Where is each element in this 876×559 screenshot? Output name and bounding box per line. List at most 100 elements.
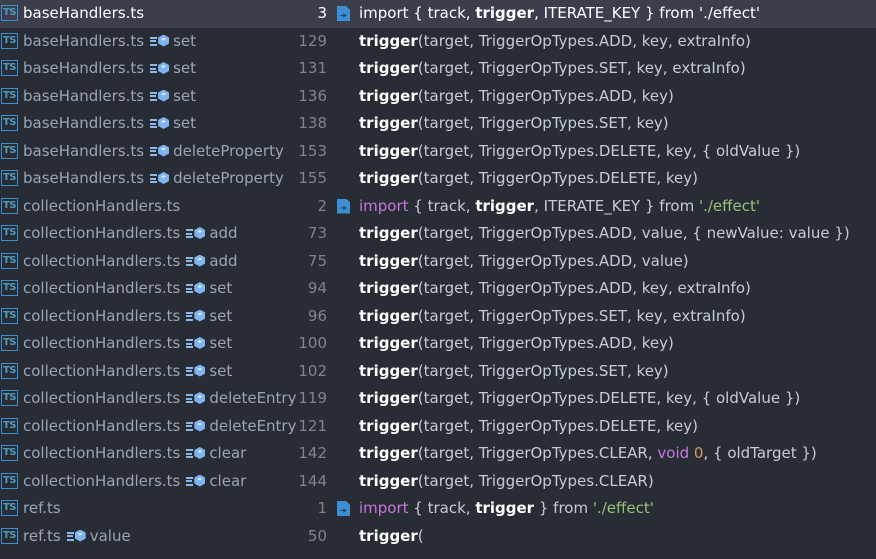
match-highlight: trigger — [359, 444, 418, 462]
result-row[interactable]: TS collectionHandlers.ts deleteEntry 119 tri… — [0, 385, 876, 413]
code-token: (target, TriggerOpTypes.CLEAR, — [417, 444, 658, 462]
code-token: (target, TriggerOpTypes.SET, key, extraI… — [417, 306, 746, 325]
result-row[interactable]: TS collectionHandlers.ts 2 import { track, … — [0, 193, 876, 221]
symbol-name: set — [209, 279, 233, 297]
code-preview: trigger(target, TriggerOpTypes.ADD, valu… — [359, 248, 689, 276]
code-token: (target, TriggerOpTypes.ADD, key) — [417, 334, 674, 352]
match-highlight: trigger — [359, 526, 418, 545]
file-name: collectionHandlers.ts — [23, 279, 181, 297]
method-symbol-icon — [186, 227, 206, 239]
code-token: } from — [534, 499, 593, 517]
result-location: ref.ts — [23, 495, 61, 523]
symbol-name: clear — [209, 471, 247, 490]
result-location: baseHandlers.ts set — [23, 83, 196, 111]
result-row[interactable]: TS collectionHandlers.ts set 100 trigger(tar… — [0, 330, 876, 358]
result-location: baseHandlers.ts — [23, 0, 144, 28]
code-preview: trigger(target, TriggerOpTypes.ADD, key,… — [359, 275, 751, 303]
code-preview: trigger( — [359, 523, 424, 551]
code-token: , ITERATE_KEY } from — [534, 196, 699, 215]
result-row[interactable]: TS collectionHandlers.ts set 102 trigger(tar… — [0, 358, 876, 386]
code-token: './effect' — [592, 499, 654, 517]
typescript-file-icon: TS — [1, 527, 18, 544]
method-symbol-icon — [186, 447, 206, 459]
code-token: (target, TriggerOpTypes.CLEAR) — [417, 471, 654, 490]
result-row[interactable]: TS collectionHandlers.ts set 94 trigger(targ… — [0, 275, 876, 303]
typescript-file-icon: TS — [1, 225, 18, 241]
file-name: collectionHandlers.ts — [23, 416, 181, 435]
result-row[interactable]: TS baseHandlers.ts set 131 trigger(target, T… — [0, 55, 876, 83]
result-row[interactable]: TS collectionHandlers.ts add 73 trigger(targ… — [0, 220, 876, 248]
result-location: collectionHandlers.ts clear — [23, 440, 246, 468]
symbol-name: add — [209, 251, 238, 270]
result-row[interactable]: TS ref.ts 1 import { track, trigger } from … — [0, 495, 876, 523]
match-highlight: trigger — [359, 389, 418, 407]
line-number: 50 — [307, 526, 327, 545]
code-token: (target, TriggerOpTypes.ADD, value) — [417, 251, 689, 270]
code-token: (target, TriggerOpTypes.DELETE, key, { o… — [417, 141, 801, 160]
file-name: collectionHandlers.ts — [23, 196, 181, 215]
code-preview: trigger(target, TriggerOpTypes.SET, key,… — [359, 303, 746, 331]
result-row[interactable]: TS collectionHandlers.ts clear 144 trigger(t… — [0, 468, 876, 496]
import-file-icon — [337, 198, 350, 214]
match-highlight: trigger — [475, 499, 535, 517]
line-number: 2 — [317, 196, 327, 215]
symbol-name: set — [173, 86, 197, 105]
symbol-name: add — [209, 224, 238, 242]
result-row[interactable]: TS baseHandlers.ts 3 import { track, trigge… — [0, 0, 876, 28]
line-number: 136 — [298, 86, 327, 105]
code-token: , { oldTarget }) — [703, 444, 817, 462]
file-name: baseHandlers.ts — [23, 86, 145, 105]
result-location: collectionHandlers.ts — [23, 193, 180, 221]
match-highlight: trigger — [359, 251, 418, 270]
symbol-name: clear — [209, 444, 247, 462]
result-row[interactable]: TS collectionHandlers.ts clear 142 trigger(t… — [0, 440, 876, 468]
method-symbol-icon — [186, 474, 206, 487]
typescript-file-icon: TS — [1, 417, 18, 434]
file-name: collectionHandlers.ts — [23, 251, 181, 270]
match-highlight: trigger — [359, 86, 418, 105]
file-name: collectionHandlers.ts — [23, 361, 181, 380]
typescript-file-icon: TS — [1, 390, 18, 406]
code-token: (target, TriggerOpTypes.SET, key) — [417, 361, 669, 380]
line-number: 94 — [307, 279, 327, 297]
code-preview: trigger(target, TriggerOpTypes.SET, key,… — [359, 55, 746, 83]
file-name: collectionHandlers.ts — [23, 389, 181, 407]
code-preview: import { track, trigger, ITERATE_KEY } f… — [359, 0, 760, 28]
result-row[interactable]: TS baseHandlers.ts set 138 trigger(target, T… — [0, 110, 876, 138]
result-row[interactable]: TS ref.ts value 50 trigger( — [0, 523, 876, 551]
line-number: 102 — [298, 361, 327, 380]
result-row[interactable]: TS baseHandlers.ts set 136 trigger(target, T… — [0, 83, 876, 111]
code-preview: trigger(target, TriggerOpTypes.DELETE, k… — [359, 138, 800, 166]
code-token: { track, — [408, 196, 476, 215]
file-name: baseHandlers.ts — [23, 59, 145, 77]
result-row[interactable]: TS baseHandlers.ts deleteProperty 155 trigge… — [0, 165, 876, 193]
typescript-file-icon: TS — [1, 60, 18, 76]
line-number: 155 — [298, 169, 327, 187]
result-location: collectionHandlers.ts set — [23, 275, 232, 303]
symbol-name: deleteProperty — [173, 169, 284, 187]
result-location: collectionHandlers.ts add — [23, 248, 238, 276]
line-number: 153 — [298, 141, 327, 160]
result-row[interactable]: TS collectionHandlers.ts set 96 trigger(targ… — [0, 303, 876, 331]
typescript-file-icon: TS — [1, 197, 18, 214]
match-highlight: trigger — [359, 334, 418, 352]
typescript-file-icon: TS — [1, 472, 18, 489]
line-number: 138 — [298, 114, 327, 132]
result-row[interactable]: TS collectionHandlers.ts add 75 trigger(targ… — [0, 248, 876, 276]
match-highlight: trigger — [359, 306, 418, 325]
result-row[interactable]: TS collectionHandlers.ts deleteEntry 121 tri… — [0, 413, 876, 441]
code-token: import — [359, 4, 409, 22]
line-number: 1 — [317, 499, 327, 517]
result-row[interactable]: TS baseHandlers.ts deleteProperty 153 trigge… — [0, 138, 876, 166]
result-location: baseHandlers.ts set — [23, 55, 196, 83]
code-token: (target, TriggerOpTypes.ADD, key) — [417, 86, 674, 105]
code-preview: trigger(target, TriggerOpTypes.SET, key) — [359, 110, 669, 138]
result-row[interactable]: TS baseHandlers.ts set 129 trigger(target, T… — [0, 28, 876, 56]
line-number: 100 — [298, 334, 327, 352]
code-token: (target, TriggerOpTypes.DELETE, key) — [417, 169, 699, 187]
typescript-file-icon: TS — [1, 307, 18, 324]
line-number: 3 — [317, 4, 327, 22]
typescript-file-icon: TS — [1, 170, 18, 186]
symbol-name: set — [173, 31, 197, 50]
code-preview: trigger(target, TriggerOpTypes.ADD, key,… — [359, 28, 751, 56]
